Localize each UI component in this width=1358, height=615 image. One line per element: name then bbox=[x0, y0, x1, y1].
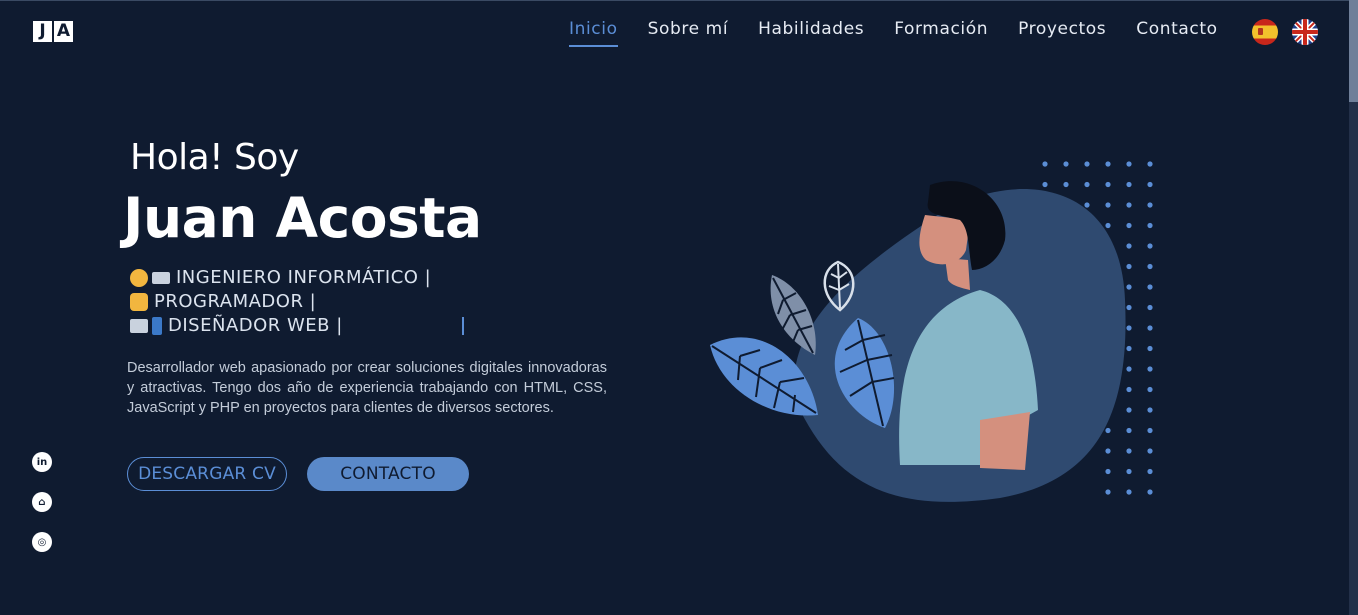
window-top-border bbox=[0, 0, 1358, 1]
mobile-phone-icon bbox=[152, 317, 162, 335]
decor-dot bbox=[1147, 325, 1153, 331]
github-icon[interactable]: ⌂ bbox=[32, 492, 52, 512]
hero-illustration bbox=[710, 161, 1153, 502]
nav-link-formacion[interactable]: Formación bbox=[894, 19, 988, 47]
decor-dot bbox=[1147, 161, 1153, 167]
hero-roles: INGENIERO INFORMÁTICO | PROGRAMADOR | DI… bbox=[130, 266, 431, 338]
decor-dot bbox=[1126, 222, 1132, 229]
decor-dot bbox=[1084, 181, 1090, 188]
role-line: DISEÑADOR WEB | bbox=[130, 314, 431, 338]
decor-dot bbox=[1147, 407, 1153, 413]
decor-dot bbox=[1147, 243, 1153, 249]
main-nav: Inicio Sobre mí Habilidades Formación Pr… bbox=[569, 19, 1248, 47]
role-text: PROGRAMADOR | bbox=[154, 291, 317, 312]
role-line: INGENIERO INFORMÁTICO | bbox=[130, 266, 431, 290]
decor-dot bbox=[1126, 427, 1132, 434]
hero-name: Juan Acosta bbox=[123, 186, 482, 250]
role-line: PROGRAMADOR | bbox=[130, 290, 431, 314]
uk-flag-icon[interactable] bbox=[1292, 19, 1318, 45]
decor-dot bbox=[1084, 202, 1090, 208]
laptop-icon bbox=[152, 272, 170, 284]
decor-dot bbox=[1084, 161, 1090, 167]
decor-dot bbox=[1126, 366, 1132, 372]
decor-dot bbox=[1105, 489, 1111, 495]
logo-letter-j: J bbox=[33, 21, 52, 42]
hero-description: Desarrollador web apasionado por crear s… bbox=[127, 360, 607, 416]
scrollbar-thumb[interactable] bbox=[1349, 0, 1358, 102]
decor-dot bbox=[1063, 161, 1069, 167]
leaf-gray bbox=[770, 275, 816, 355]
decor-dot bbox=[1126, 407, 1132, 413]
spain-flag-icon[interactable] bbox=[1252, 19, 1278, 45]
logo-letter-a: A bbox=[54, 21, 73, 42]
decor-dot bbox=[1126, 448, 1132, 454]
decor-dot bbox=[1126, 243, 1132, 249]
decor-dot bbox=[1147, 386, 1153, 393]
decor-dot bbox=[1147, 263, 1153, 270]
technologist-icon bbox=[130, 293, 148, 311]
decor-dot bbox=[1147, 222, 1153, 229]
decor-dot bbox=[1126, 386, 1132, 393]
decor-dot bbox=[1147, 181, 1153, 188]
decor-dot bbox=[1147, 448, 1153, 454]
decor-dot bbox=[1042, 181, 1048, 188]
decor-dot bbox=[1147, 427, 1153, 434]
decor-dot bbox=[1147, 345, 1153, 352]
decor-dot bbox=[1105, 222, 1111, 229]
decor-dot bbox=[1147, 202, 1153, 208]
decor-dot bbox=[1147, 489, 1153, 495]
decor-dot bbox=[1105, 448, 1111, 454]
decor-dot bbox=[1105, 427, 1111, 434]
typing-caret bbox=[462, 317, 464, 335]
scrollbar[interactable] bbox=[1349, 0, 1358, 615]
decor-dot bbox=[1126, 345, 1132, 352]
decor-dot bbox=[1126, 489, 1132, 495]
decor-dot bbox=[1126, 181, 1132, 188]
decor-dot bbox=[1147, 284, 1153, 290]
nav-link-inicio[interactable]: Inicio bbox=[569, 19, 618, 47]
decor-dot bbox=[1147, 366, 1153, 372]
decor-dot bbox=[1126, 304, 1132, 311]
decor-dot bbox=[1126, 263, 1132, 270]
decor-dot bbox=[1042, 161, 1048, 167]
role-text: INGENIERO INFORMÁTICO | bbox=[176, 267, 432, 288]
decor-dot bbox=[1126, 468, 1132, 475]
decor-dot bbox=[1126, 202, 1132, 208]
hero-greeting: Hola! Soy bbox=[130, 137, 299, 178]
decor-dot bbox=[1105, 161, 1111, 167]
decor-dot bbox=[1126, 161, 1132, 167]
decor-dot bbox=[1105, 468, 1111, 475]
instagram-icon[interactable]: ◎ bbox=[32, 532, 52, 552]
language-switcher bbox=[1252, 19, 1318, 45]
role-text: DISEÑADOR WEB | bbox=[168, 315, 343, 336]
linkedin-icon[interactable]: in bbox=[32, 452, 52, 472]
decor-dot bbox=[1063, 181, 1069, 188]
decor-dot bbox=[1105, 202, 1111, 208]
desktop-icon bbox=[130, 319, 148, 333]
nav-link-sobre-mi[interactable]: Sobre mí bbox=[648, 19, 729, 47]
decor-dot bbox=[1126, 325, 1132, 331]
nav-link-proyectos[interactable]: Proyectos bbox=[1018, 19, 1106, 47]
nav-link-habilidades[interactable]: Habilidades bbox=[758, 19, 864, 47]
technologist-face-icon bbox=[130, 269, 148, 287]
decor-dot bbox=[1105, 181, 1111, 188]
decor-dot bbox=[1147, 468, 1153, 475]
nav-link-contacto[interactable]: Contacto bbox=[1136, 19, 1217, 47]
decor-dot bbox=[1147, 304, 1153, 311]
contact-button[interactable]: CONTACTO bbox=[307, 457, 469, 491]
decor-dot bbox=[1126, 284, 1132, 290]
download-cv-button[interactable]: DESCARGAR CV bbox=[127, 457, 287, 491]
site-logo[interactable]: J A bbox=[33, 21, 74, 42]
